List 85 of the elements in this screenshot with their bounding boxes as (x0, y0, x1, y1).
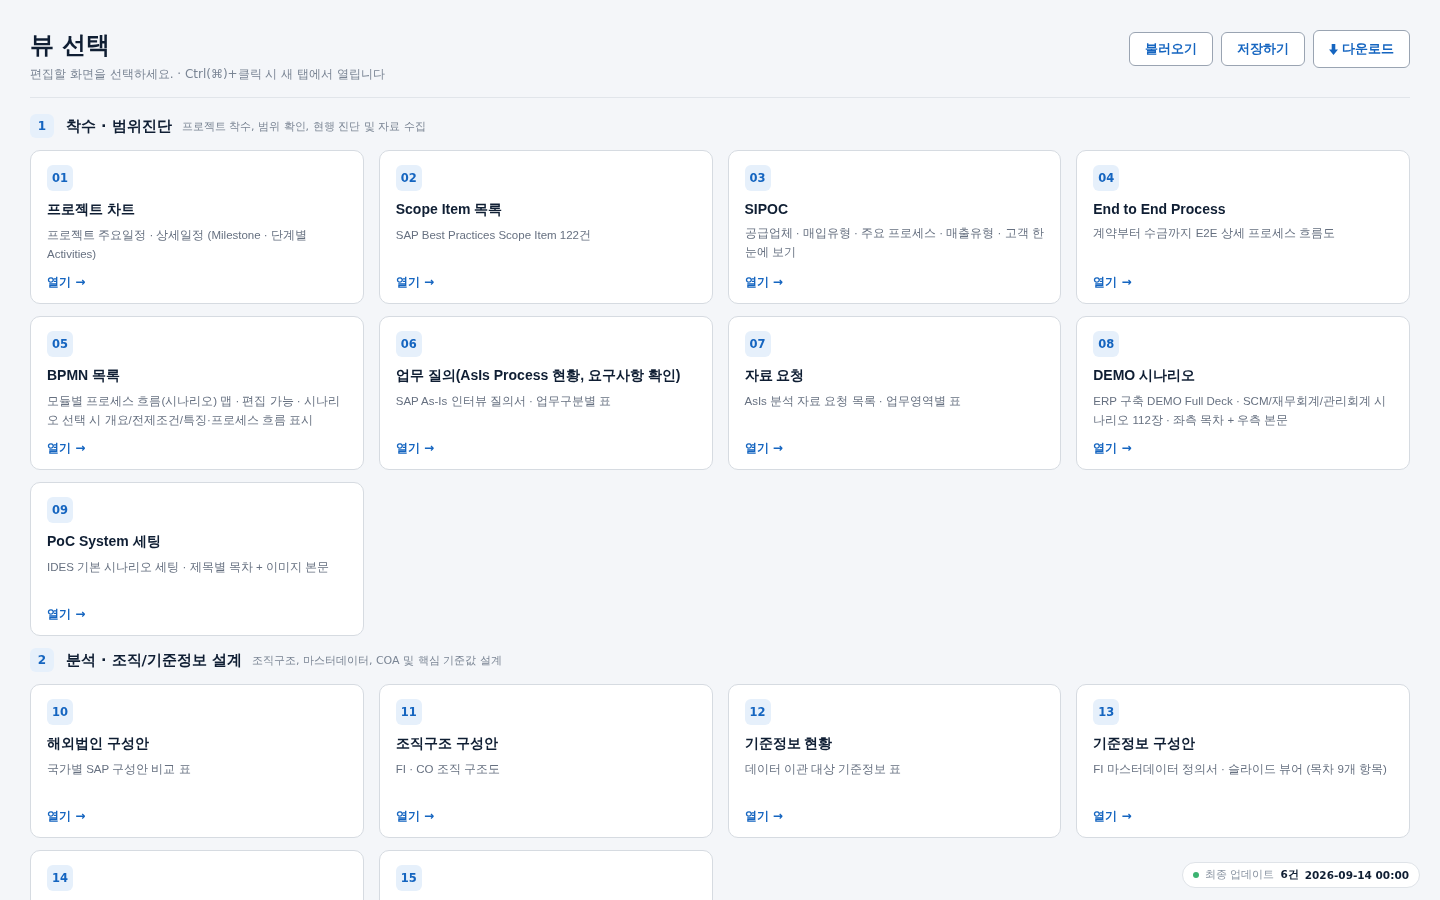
open-link[interactable]: 열기 → (744, 268, 783, 291)
card-title: 기준정보 현황 (744, 735, 833, 753)
card-number: 15 (395, 865, 422, 891)
card-description: 모듈별 프로세스 흐름(시나리오) 맵 · 편집 가능 · 시나리오 선택 시 개요/전제조건/특징·프로세스 흐름 표시 (47, 394, 341, 428)
view-card[interactable]: 03 SIPOC 공급업체 · 매입유형 · 주요 프로세스 · 매출유형 · 고객 한눈에 보기 열기 → (727, 150, 1062, 304)
card-title: SIPOC (744, 201, 789, 217)
open-link[interactable]: 열기 → (1093, 802, 1132, 825)
card-description: FI 마스터데이터 정의서 · 슬라이드 뷰어 (목차 9개 항목) (1093, 762, 1387, 777)
card-description: SAP Best Practices Scope Item 122건 (395, 228, 591, 243)
section-description: 조직구조, 마스터데이터, COA 및 핵심 기준값 설계 (251, 652, 502, 668)
view-card[interactable]: 08 DEMO 시나리오 ERP 구축 DEMO Full Deck · SCM/재무회계/관리회계 시나리오 112장 · 좌측 목차 + 우측 본문 열기 → (1076, 316, 1410, 470)
card-number: 11 (395, 699, 422, 725)
card-description: AsIs 분석 자료 요청 목록 · 업무영역별 표 (744, 394, 962, 409)
view-card[interactable]: 05 BPMN 목록 모듈별 프로세스 흐름(시나리오) 맵 · 편집 가능 · 시나리오 선택 시 개요/전제조건/특징·프로세스 흐름 표시 열기 → (30, 316, 364, 470)
card-title: PoC System 세팅 (47, 533, 161, 551)
card-number: 07 (744, 331, 771, 357)
view-card[interactable]: 10 해외법인 구성안 국가별 SAP 구성안 비교 표 열기 → (30, 684, 364, 838)
open-link[interactable]: 열기 → (744, 802, 783, 825)
open-link[interactable]: 열기 → (47, 600, 86, 623)
open-link[interactable]: 열기 → (1093, 268, 1132, 291)
status-label: 최종 업데이트 (1205, 868, 1275, 882)
view-card[interactable]: 14 (30, 850, 364, 900)
status-dot-icon (1193, 872, 1200, 878)
open-link[interactable]: 열기 → (395, 268, 434, 291)
view-card[interactable]: 09 PoC System 세팅 IDES 기본 시나리오 세팅 · 제목별 목차 + 이미지 본문 열기 → (30, 482, 364, 636)
card-number: 04 (1093, 165, 1120, 191)
view-card[interactable]: 06 업무 질의(AsIs Process 현황, 요구사항 확인) SAP As-Is 인터뷰 질의서 · 업무구분별 표 열기 → (378, 316, 713, 470)
card-title: 프로젝트 차트 (47, 201, 135, 219)
card-number: 14 (47, 865, 73, 891)
card-title: End to End Process (1093, 201, 1226, 217)
view-card[interactable]: 07 자료 요청 AsIs 분석 자료 요청 목록 · 업무영역별 표 열기 → (727, 316, 1062, 470)
open-link[interactable]: 열기 → (1093, 434, 1132, 457)
page-subtitle: 편집할 화면을 선택하세요. · Ctrl(⌘)+클릭 시 새 탭에서 열립니다 (30, 66, 385, 83)
card-title: BPMN 목록 (47, 367, 121, 385)
card-number: 10 (47, 699, 73, 725)
view-card[interactable]: 13 기준정보 구성안 FI 마스터데이터 정의서 · 슬라이드 뷰어 (목차 9개 항목) 열기 → (1076, 684, 1410, 838)
card-description: 국가별 SAP 구성안 비교 표 (47, 762, 191, 777)
open-link[interactable]: 열기 → (395, 802, 434, 825)
card-description: ERP 구축 DEMO Full Deck · SCM/재무회계/관리회계 시나리오 112장 · 좌측 목차 + 우측 본문 (1093, 394, 1388, 428)
card-number: 13 (1093, 699, 1120, 725)
open-link[interactable]: 열기 → (47, 268, 86, 291)
card-title: DEMO 시나리오 (1093, 367, 1196, 385)
card-title: 자료 요청 (744, 367, 805, 385)
card-number: 09 (47, 497, 73, 523)
section-number: 1 (30, 114, 54, 138)
section-number: 2 (30, 648, 54, 672)
view-card[interactable]: 02 Scope Item 목록 SAP Best Practices Scope Item 122건 열기 → (378, 150, 713, 304)
card-title: 조직구조 구성안 (395, 735, 498, 753)
card-number: 08 (1093, 331, 1120, 357)
card-number: 06 (395, 331, 422, 357)
open-link[interactable]: 열기 → (744, 434, 783, 457)
card-title: 해외법인 구성안 (47, 735, 149, 753)
download-button[interactable]: 다운로드 (1313, 30, 1410, 68)
card-description: 데이터 이관 대상 기준정보 표 (744, 762, 902, 777)
view-card[interactable]: 11 조직구조 구성안 FI · CO 조직 구조도 열기 → (378, 684, 713, 838)
view-card[interactable]: 01 프로젝트 차트 프로젝트 주요일정 · 상세일정 (Milestone · 단계별 Activities) 열기 → (30, 150, 364, 304)
view-card[interactable]: 12 기준정보 현황 데이터 이관 대상 기준정보 표 열기 → (727, 684, 1062, 838)
card-description: 프로젝트 주요일정 · 상세일정 (Milestone · 단계별 Activities) (47, 228, 308, 262)
update-timestamp: 2026-09-14 00:00 (1304, 869, 1409, 881)
page-title: 뷰 선택 (30, 30, 112, 61)
card-number: 03 (744, 165, 771, 191)
open-link[interactable]: 열기 → (47, 434, 86, 457)
card-description: FI · CO 조직 구조도 (395, 762, 500, 777)
section-description: 프로젝트 착수, 범위 확인, 현행 진단 및 자료 수집 (181, 118, 426, 134)
card-title: 기준정보 구성안 (1093, 735, 1196, 753)
card-description: 계약부터 수금까지 E2E 상세 프로세스 흐름도 (1093, 226, 1335, 241)
card-description: IDES 기본 시나리오 세팅 · 제목별 목차 + 이미지 본문 (47, 560, 330, 575)
section-title: 분석 · 조직/기준정보 설계 (66, 650, 242, 670)
header-button[interactable]: 저장하기 (1221, 32, 1305, 66)
open-link[interactable]: 열기 → (47, 802, 86, 825)
card-number: 12 (744, 699, 771, 725)
view-card[interactable]: 04 End to End Process 계약부터 수금까지 E2E 상세 프로세스 흐름도 열기 → (1076, 150, 1410, 304)
card-description: SAP As-Is 인터뷰 질의서 · 업무구분별 표 (395, 394, 612, 409)
card-title: 업무 질의(AsIs Process 현황, 요구사항 확인) (395, 367, 681, 385)
card-number: 02 (395, 165, 422, 191)
view-card[interactable]: 15 (378, 850, 713, 900)
card-description: 공급업체 · 매입유형 · 주요 프로세스 · 매출유형 · 고객 한눈에 보기 (744, 226, 1045, 260)
download-icon (1329, 43, 1338, 55)
card-number: 05 (47, 331, 73, 357)
section-title: 착수 · 범위진단 (66, 116, 172, 136)
open-link[interactable]: 열기 → (395, 434, 434, 457)
update-count: 6건 (1280, 868, 1299, 882)
header-button[interactable]: 불러오기 (1129, 32, 1213, 66)
card-title: Scope Item 목록 (395, 201, 503, 219)
card-number: 01 (47, 165, 73, 191)
